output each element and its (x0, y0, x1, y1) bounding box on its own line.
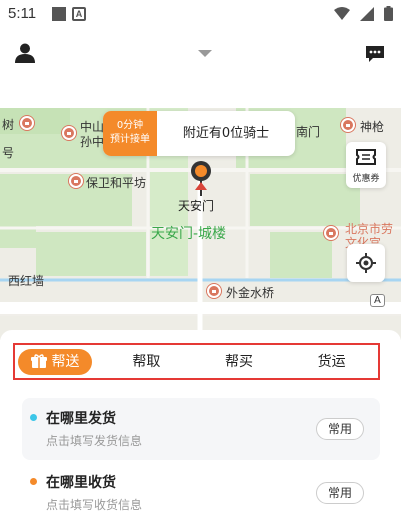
eta-minutes: 0分钟 (116, 120, 144, 131)
tab-freight[interactable]: 货运 (285, 349, 378, 375)
map-label: 号 (2, 146, 15, 160)
eta-label: 预计接单 (110, 134, 150, 145)
tab-pickup[interactable]: 帮取 (100, 349, 193, 375)
message-icon[interactable] (365, 45, 385, 63)
dropdown-arrow-icon[interactable] (198, 50, 212, 57)
map-poi-marker (324, 226, 338, 240)
map-label: 外金水桥 (226, 286, 275, 300)
location-pin-icon (191, 161, 211, 196)
signal-icon (360, 6, 374, 21)
pin-label: 天安门 (178, 199, 215, 213)
status-icons (334, 6, 393, 21)
map-poi-marker (20, 116, 34, 130)
receiver-title: 在哪里收货 (46, 475, 116, 491)
coupon-icon (356, 149, 376, 165)
eta-box: 0分钟 预计接单 (103, 111, 157, 156)
map-label: 南门 (296, 125, 321, 139)
map-poi-marker (341, 118, 355, 132)
locate-icon (356, 253, 376, 273)
map-label: 神枪 (360, 120, 385, 134)
receiver-subtitle: 点击填写收货信息 (46, 498, 143, 512)
wifi-icon (334, 6, 350, 20)
rider-info-bubble: 0分钟 预计接单 附近有0位骑士 (103, 111, 295, 156)
sender-subtitle: 点击填写发货信息 (46, 434, 143, 448)
map-poi-marker (69, 174, 83, 188)
map-label: 孙中 (80, 135, 105, 149)
gift-icon (30, 354, 47, 368)
map-label-tiananmen-gate: 天安门-城楼 (151, 226, 227, 242)
sender-title: 在哪里发货 (46, 411, 116, 427)
sender-address-card[interactable]: 在哪里发货 点击填写发货信息 常用 (22, 398, 380, 460)
status-bar: 5:11 A (0, 0, 401, 28)
tab-label: 帮送 (51, 353, 80, 370)
road-marker: A (370, 294, 385, 307)
receiver-dot-icon (30, 478, 37, 485)
coupon-button[interactable]: 优惠券 (346, 142, 386, 188)
user-icon[interactable] (14, 42, 36, 64)
square-icon (52, 7, 66, 21)
map-label: 树 (2, 118, 15, 132)
receiver-address-card[interactable]: 在哪里收货 点击填写收货信息 常用 (22, 462, 380, 521)
header (0, 28, 401, 82)
battery-icon (384, 6, 393, 21)
locate-button[interactable] (347, 244, 385, 282)
nearby-riders-text: 附近有0位骑士 (182, 126, 270, 141)
receiver-common-button[interactable]: 常用 (316, 482, 364, 504)
coupon-label: 优惠券 (352, 174, 380, 184)
tab-buy[interactable]: 帮买 (193, 349, 286, 375)
map-label: 保卫和平坊 (86, 176, 147, 190)
tab-send[interactable]: 帮送 (18, 348, 92, 375)
map-poi-marker (207, 284, 221, 298)
status-time: 5:11 (8, 5, 37, 22)
service-tabs: 帮送 帮取 帮买 货运 (13, 343, 380, 380)
a-icon: A (72, 7, 86, 21)
map-label: 西红墙 (8, 274, 45, 288)
sender-dot-icon (30, 414, 37, 421)
sender-common-button[interactable]: 常用 (316, 418, 364, 440)
map-poi-marker (62, 126, 76, 140)
